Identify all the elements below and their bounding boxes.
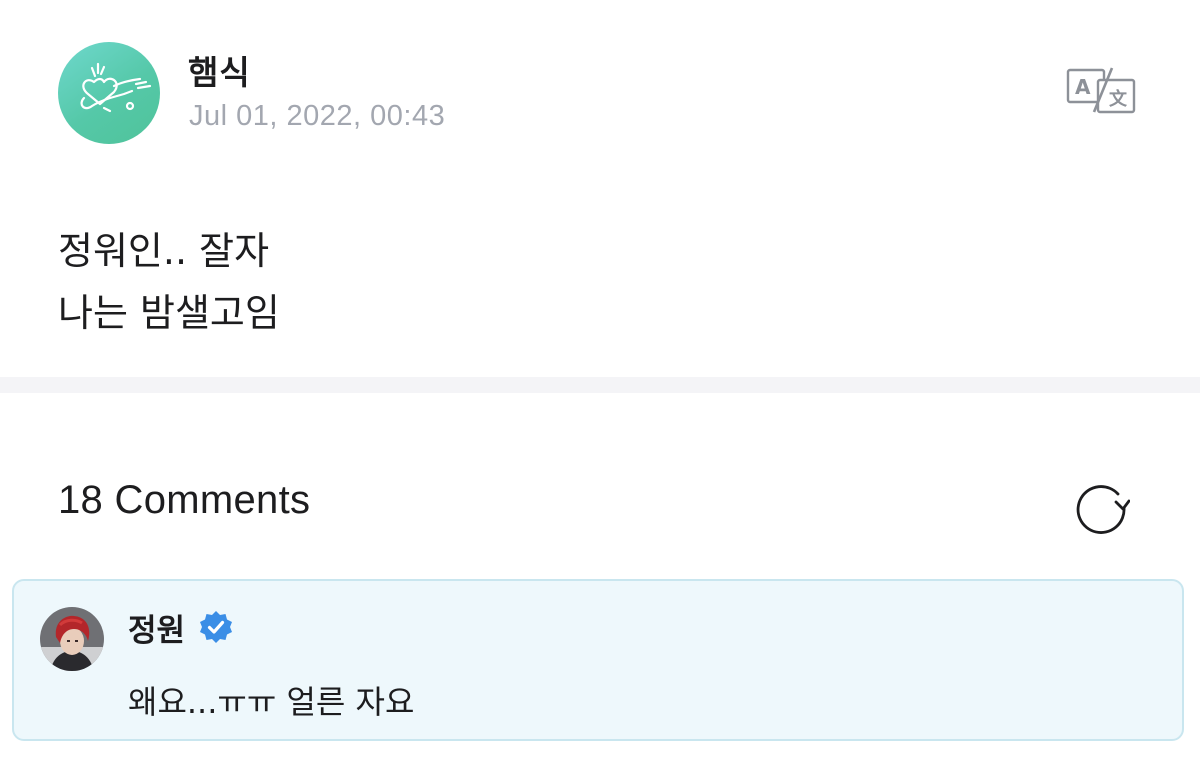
translate-button[interactable]: A 文 [1064,64,1140,116]
svg-text:A: A [1075,75,1091,99]
translate-icon: A 文 [1066,67,1136,114]
commenter-row: 정원 [128,605,233,649]
refresh-icon [1076,485,1131,534]
refresh-button[interactable] [1072,478,1131,536]
comment-text: 왜요...ㅠㅠ 얼른 자요 [128,683,415,721]
post-text-line: 정워인.. 잘자 [58,229,270,273]
user-photo-icon [40,607,104,671]
post-timestamp: Jul 01, 2022, 00:43 [189,100,446,132]
section-divider [0,377,1200,393]
comments-count: 18 Comments [58,478,311,522]
commenter-name[interactable]: 정원 [128,605,185,650]
post-body: 정워인.. 잘자 나는 밤샐고임 [58,220,1158,344]
svg-text:文: 文 [1109,88,1128,110]
post-header: 햄식 Jul 01, 2022, 00:43 A 文 [58,42,1158,146]
comments-header: 18 Comments [58,478,1158,538]
author-avatar[interactable] [58,42,160,144]
author-name[interactable]: 햄식 [188,46,251,94]
commenter-avatar[interactable] [40,607,104,671]
verified-badge-icon [199,610,233,644]
post-text-line: 나는 밤샐고임 [58,291,280,335]
heart-doodle-icon [80,62,152,113]
post-page: 햄식 Jul 01, 2022, 00:43 A 文 정워인.. 잘자 나는 밤… [0,0,1200,780]
comment-item[interactable]: 정원 왜요...ㅠㅠ 얼른 자요 [12,579,1184,741]
